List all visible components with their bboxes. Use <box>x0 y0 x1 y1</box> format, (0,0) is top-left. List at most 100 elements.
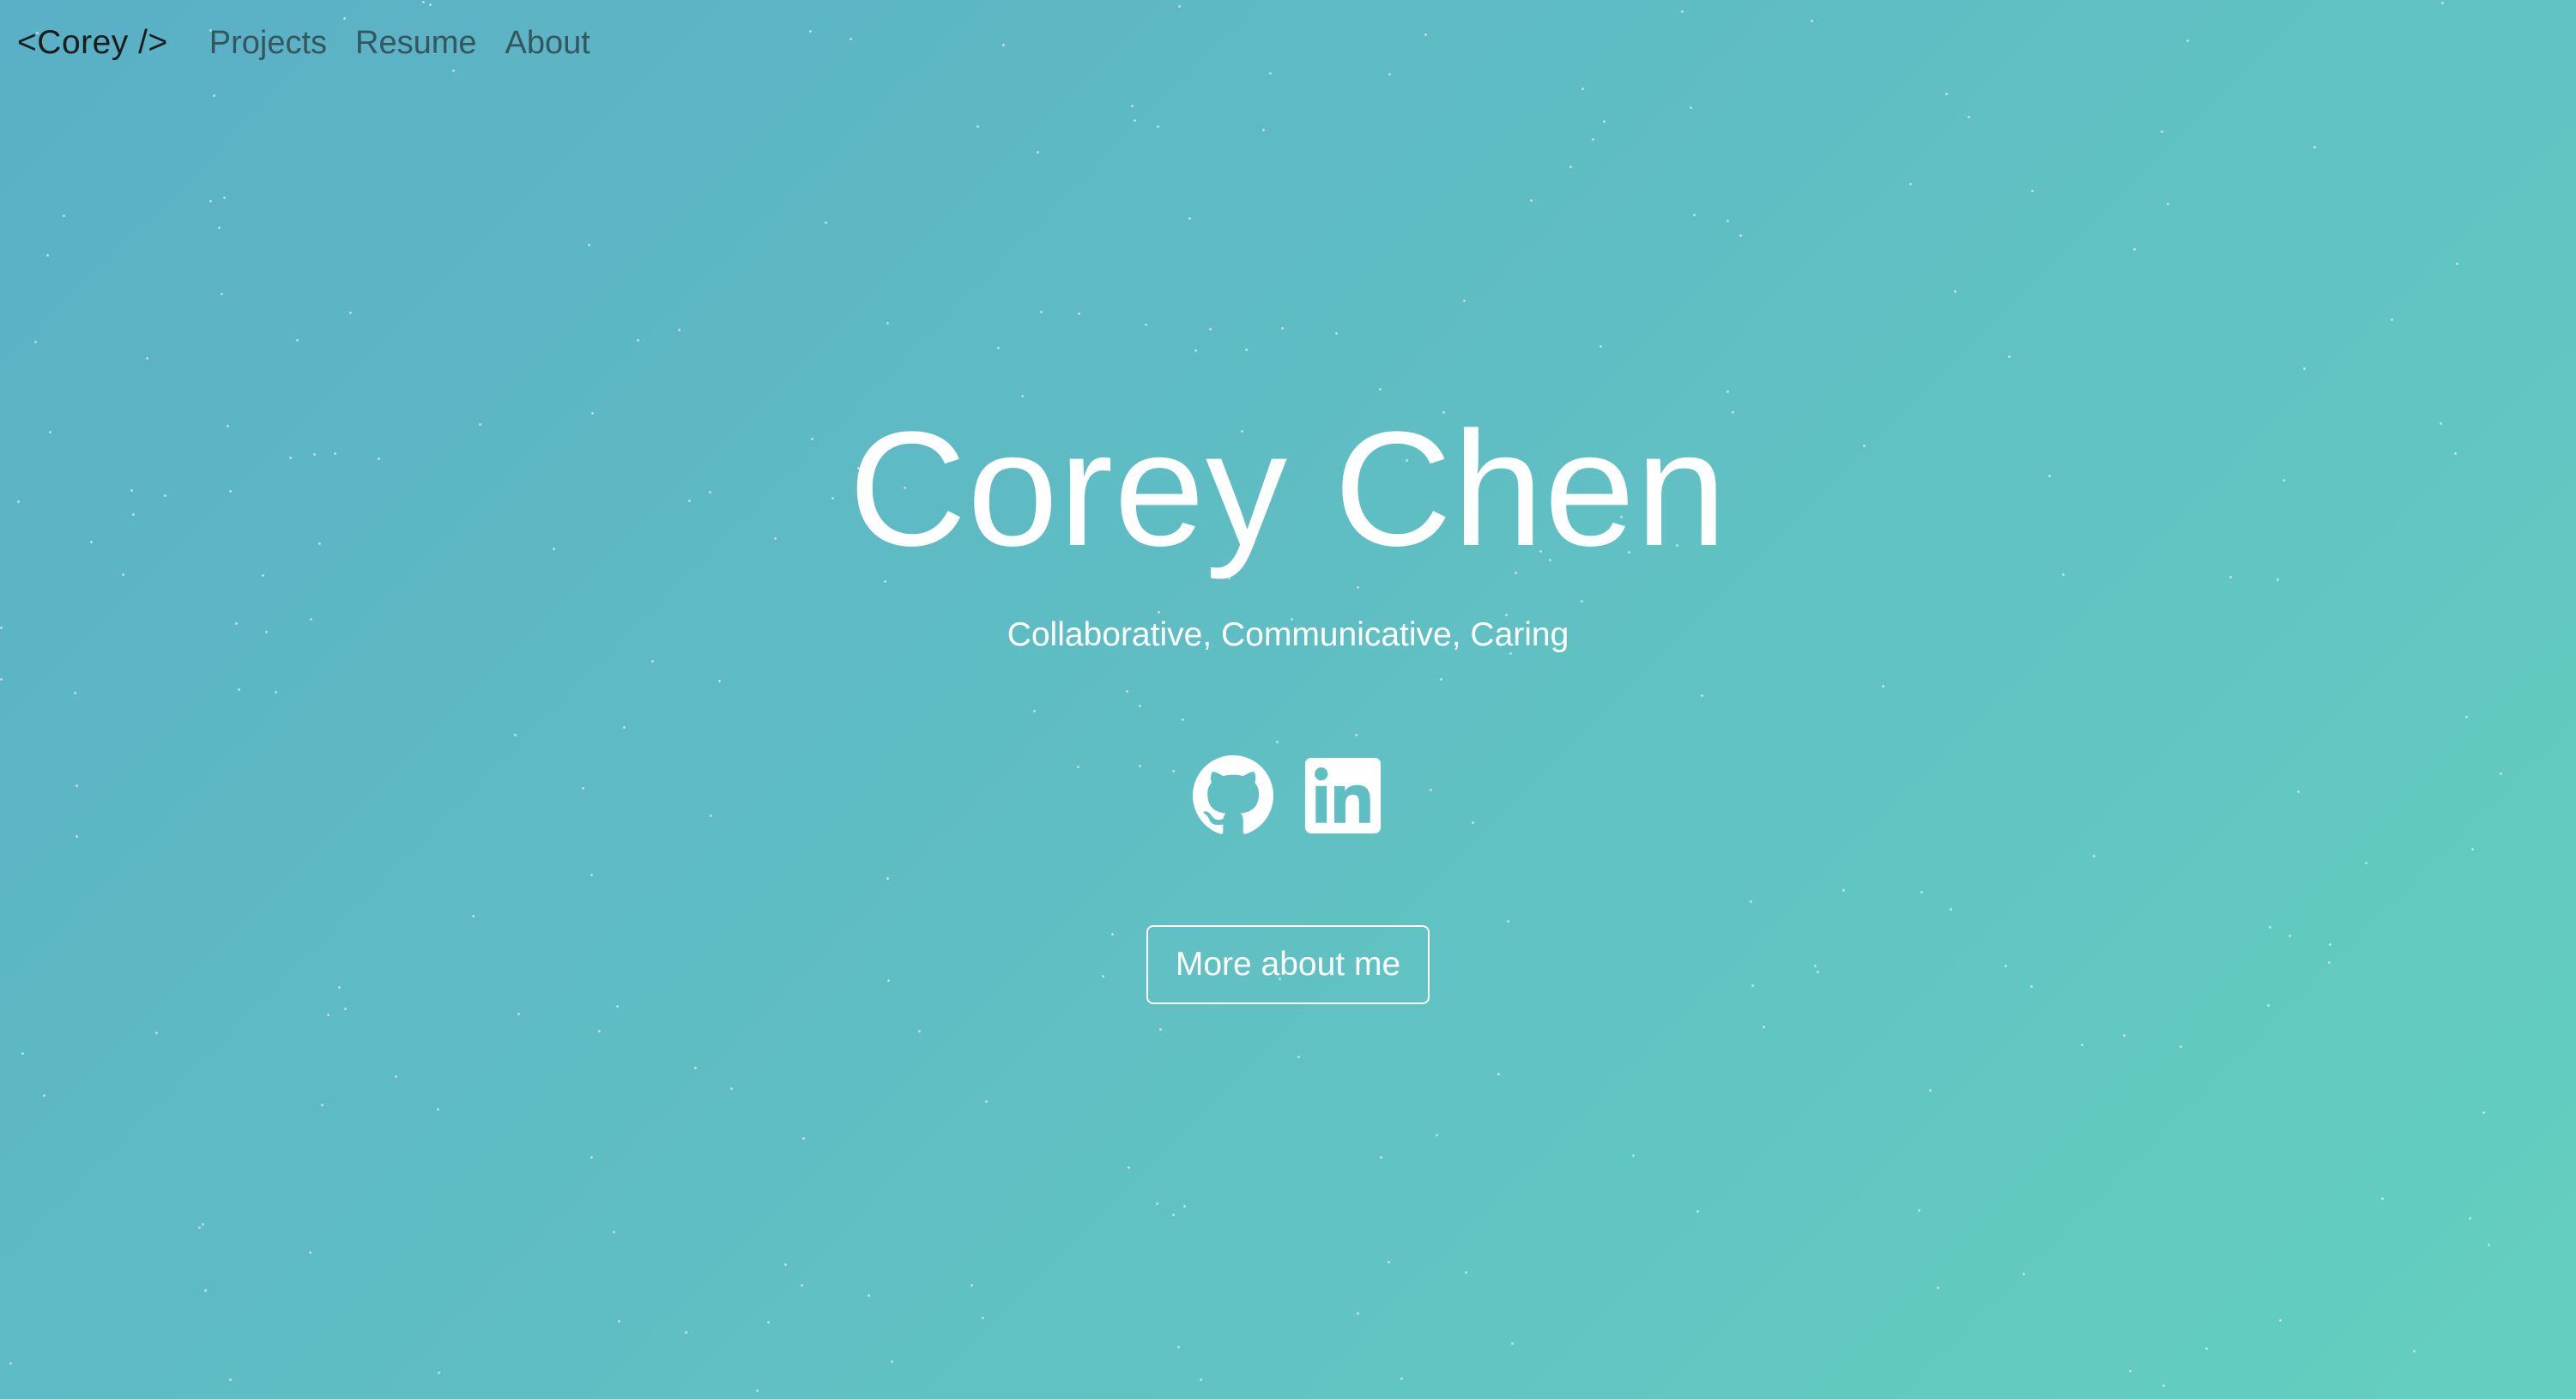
star-speck <box>1128 1166 1130 1169</box>
linkedin-icon <box>1304 757 1382 834</box>
nav-link-about[interactable]: About <box>505 25 590 62</box>
star-speck <box>678 329 680 331</box>
star-speck <box>1156 1202 1158 1205</box>
star-speck <box>784 1263 787 1266</box>
star-speck <box>321 1104 324 1106</box>
star-speck <box>63 215 65 217</box>
star-speck <box>1424 33 1427 36</box>
star-speck <box>1037 151 1039 154</box>
star-speck <box>1400 1378 1403 1380</box>
star-speck <box>2186 39 2189 42</box>
star-speck <box>590 1156 593 1159</box>
star-speck <box>1183 1205 1186 1208</box>
star-speck <box>9 1362 12 1365</box>
star-speck <box>349 312 352 314</box>
star-speck <box>1599 345 1602 348</box>
star-speck <box>46 254 49 257</box>
star-speck <box>218 227 221 229</box>
star-speck <box>21 1052 24 1055</box>
star-speck <box>1131 105 1134 107</box>
star-speck <box>1209 328 1212 330</box>
star-speck <box>2031 190 2034 192</box>
star-speck <box>918 1030 921 1033</box>
star-speck <box>2488 1244 2490 1246</box>
star-speck <box>598 1030 601 1033</box>
star-speck <box>1918 1209 1920 1212</box>
star-speck <box>2413 1350 2416 1353</box>
star-speck <box>1681 10 1684 13</box>
top-navbar: <Corey /> Projects Resume About <box>17 15 619 70</box>
star-speck <box>1726 220 1729 222</box>
star-speck <box>1436 1134 1438 1136</box>
star-speck <box>437 1108 439 1111</box>
star-speck <box>2469 1217 2471 1220</box>
star-speck <box>395 1075 397 1078</box>
star-speck <box>202 1223 204 1226</box>
nav-link-projects[interactable]: Projects <box>209 25 327 62</box>
star-speck <box>1335 332 1338 335</box>
star-speck <box>801 1284 803 1287</box>
star-speck <box>767 1321 770 1323</box>
star-speck <box>1159 1028 1162 1031</box>
star-speck <box>2313 146 2316 148</box>
star-speck <box>850 38 852 40</box>
star-speck <box>685 1331 687 1334</box>
star-speck <box>1690 106 1692 109</box>
star-speck <box>1145 324 1147 326</box>
nav-link-resume[interactable]: Resume <box>355 25 477 62</box>
star-speck <box>221 293 223 295</box>
star-speck <box>1188 217 1191 220</box>
star-speck <box>1632 1154 1635 1157</box>
star-speck <box>1929 1089 1932 1092</box>
star-speck <box>1954 290 1956 293</box>
star-speck <box>2129 1370 2132 1372</box>
star-speck <box>982 1317 984 1319</box>
star-speck <box>1245 348 1248 351</box>
star-speck <box>886 322 889 324</box>
star-speck <box>1763 1026 1765 1028</box>
star-speck <box>1388 73 1391 76</box>
star-speck <box>2023 1273 2025 1275</box>
star-speck <box>1157 125 1159 128</box>
star-speck <box>1696 1210 1699 1213</box>
star-speck <box>1380 1156 1382 1159</box>
cta-container: More about me <box>0 925 2576 1004</box>
star-speck <box>204 1289 207 1292</box>
star-speck <box>213 94 215 97</box>
star-speck <box>422 1 425 3</box>
star-speck <box>1002 44 1005 46</box>
star-speck <box>1592 138 1594 141</box>
hero-section: Corey Chen Collaborative, Communicative,… <box>0 386 2576 1004</box>
star-speck <box>809 30 812 33</box>
star-speck <box>429 3 432 6</box>
star-speck <box>223 197 226 199</box>
star-speck <box>1177 1346 1180 1348</box>
github-icon <box>1193 755 1273 834</box>
star-speck <box>2391 318 2393 321</box>
github-link[interactable] <box>1193 755 1273 836</box>
star-speck <box>1909 183 1912 185</box>
star-speck <box>1463 300 1466 302</box>
star-speck <box>1693 214 1696 216</box>
star-speck <box>1569 166 1572 168</box>
star-speck <box>971 1284 973 1287</box>
brand-logo-link[interactable]: <Corey /> <box>17 24 168 62</box>
more-about-me-button[interactable]: More about me <box>1146 925 1430 1004</box>
star-speck <box>1357 1312 1359 1315</box>
star-speck <box>1297 1056 1300 1058</box>
star-speck <box>2205 1348 2208 1350</box>
star-speck <box>2081 1044 2083 1046</box>
star-speck <box>1078 312 1080 315</box>
hero-name: Corey Chen <box>849 398 1727 580</box>
star-speck <box>616 1005 619 1008</box>
star-speck <box>588 244 590 246</box>
star-speck <box>1040 311 1043 313</box>
star-speck <box>618 1320 620 1323</box>
social-links <box>0 755 2576 836</box>
star-speck <box>1465 1271 1467 1274</box>
linkedin-link[interactable] <box>1303 755 1383 836</box>
star-speck <box>2008 355 2011 358</box>
star-speck <box>891 1360 893 1363</box>
star-speck <box>2167 203 2169 205</box>
star-speck <box>2482 1111 2485 1114</box>
